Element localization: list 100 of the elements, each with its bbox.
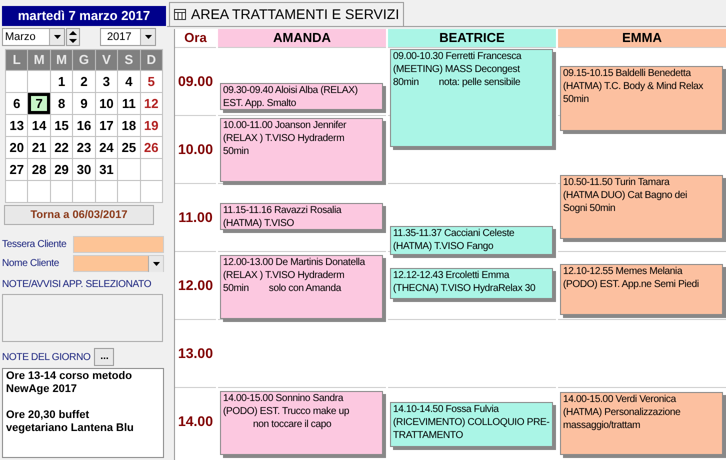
calendar-day[interactable]: 29 (50, 159, 72, 180)
appointment-card[interactable]: 14.00-15.00 Sonnino Sandra (PODO) EST. Trucco make up non toccare il capo (220, 391, 383, 455)
appointment-card[interactable]: 11.35-11.37 Cacciani Celeste (HATMA) T.VISO Fango (390, 226, 553, 255)
date-header: martedì 7 marzo 2017 (2, 6, 166, 26)
year-select[interactable]: 2017 (100, 28, 156, 46)
appointment-text: (HATMA) T.C. Body & Mind Relax (563, 80, 704, 93)
appointment-note: non toccare il capo (252, 418, 332, 431)
calendar-day[interactable]: 21 (28, 137, 50, 158)
appointment-text: 10.00-11.00 Joanson Jennifer (223, 119, 348, 132)
weekday-header: D (140, 50, 162, 70)
weekday-header: M (28, 50, 50, 70)
appointment-text: (HATMA) T.VISO Fango (393, 240, 494, 253)
appointment-card[interactable]: 12.00-13.00 De Martinis Donatella (RELAX ) T.VISO Hydraderm 50min solo con Amanda (220, 255, 383, 319)
calendar-day[interactable]: 3 (96, 71, 118, 92)
client-field[interactable] (73, 255, 164, 272)
caret-down-icon (152, 262, 160, 266)
appointment-text: 14.00-15.00 Sonnino Sandra (223, 392, 344, 405)
appointment-card[interactable]: 09.15-10.15 Baldelli Benedetta (HATMA) T.C. Body & Mind Relax 50min (560, 66, 723, 131)
month-select[interactable]: Marzo (2, 28, 65, 46)
calendar-day[interactable]: 2 (73, 71, 95, 92)
hour-label: 09.00 (175, 47, 216, 115)
field-label: Tessera Cliente (2, 238, 68, 252)
calendar-day[interactable]: 24 (96, 137, 118, 158)
calendar-day[interactable]: 22 (50, 137, 72, 158)
weekday-header: S (118, 50, 140, 70)
staff-header: AMANDA (218, 29, 386, 47)
client-field[interactable] (73, 236, 164, 253)
appointment-card[interactable]: 11.15-11.16 Ravazzi Rosalia (HATMA) T.VISO (220, 203, 383, 230)
calendar-day[interactable]: 15 (50, 115, 72, 136)
calendar-day[interactable]: 17 (96, 115, 118, 136)
appointment-text: 14.10-14.50 Fossa Fulvia (393, 403, 500, 416)
weekday-header: G (73, 50, 95, 70)
calendar-day[interactable]: 1 (50, 71, 72, 92)
calendar-day[interactable]: 7 (28, 93, 50, 114)
appointment-card[interactable]: 14.00-15.00 Verdi Veronica (HATMA) Personalizzazione massaggio/trattam (560, 392, 723, 455)
appointment-text: TRATTAMENTO (393, 429, 464, 442)
calendar-day[interactable]: 20 (6, 137, 28, 158)
more-button[interactable]: ... (94, 348, 114, 366)
calendar-day[interactable]: 28 (28, 159, 50, 180)
calendar-day[interactable]: 18 (118, 115, 140, 136)
dropdown-button[interactable] (148, 256, 163, 272)
appointment-card[interactable]: 10.00-11.00 Joanson Jennifer (RELAX ) T.VISO Hydraderm 50min (220, 118, 383, 182)
dropdown-button[interactable] (49, 29, 64, 45)
calendar-day[interactable]: 25 (118, 137, 140, 158)
appointment-card[interactable]: 12.10-12.55 Memes Melania (PODO) EST. App.ne Semi Piedi (560, 264, 723, 315)
appointment-text: 09.30-09.40 Aloisi Alba (RELAX) (223, 84, 359, 97)
appointment-text: 09.00-10.30 Ferretti Francesca (393, 50, 522, 63)
appointment-text: (PODO) EST. Trucco make up (223, 405, 350, 418)
today-button[interactable]: Torna a 06/03/2017 (4, 205, 154, 225)
appointment-card[interactable]: 14.10-14.50 Fossa Fulvia (RICEVIMENTO) COLLOQUIO PRE- TRATTAMENTO (390, 402, 553, 447)
calendar-day[interactable]: 23 (73, 137, 95, 158)
appointment-text: (HATMA DUO) Cat Bagno dei (563, 189, 688, 202)
calendar-day[interactable]: 10 (96, 93, 118, 114)
appointment-text: 12.10-12.55 Memes Melania (563, 265, 684, 278)
caret-down-icon (54, 35, 60, 39)
appointment-card[interactable]: 09.00-10.30 Ferretti Francesca (MEETING) MASS Decongest 80min nota: pelle sensibile (390, 49, 553, 147)
calendar-day[interactable]: 19 (140, 115, 162, 136)
appointment-text: (RELAX ) T.VISO Hydraderm (223, 132, 346, 145)
appointment-text: 12.00-13.00 De Martinis Donatella (223, 256, 366, 269)
day-note-text: Ore 20,30 buffet (6, 409, 90, 422)
spinner-icon[interactable] (66, 28, 80, 46)
appointment-text: (MEETING) MASS Decongest (393, 63, 521, 76)
appointment-text: 11.15-11.16 Ravazzi Rosalia (223, 204, 342, 217)
grid-icon (174, 9, 186, 20)
area-tab[interactable]: AREA TRATTAMENTI E SERVIZI (169, 2, 404, 26)
appointment-text: 50min (223, 282, 249, 295)
calendar-day[interactable]: 27 (6, 159, 28, 180)
calendar-day[interactable]: 8 (50, 93, 72, 114)
calendar-day[interactable]: 4 (118, 71, 140, 92)
calendar-day[interactable]: 11 (118, 93, 140, 114)
appointment-text: Sogni 50min (563, 202, 616, 215)
hour-label: 14.00 (175, 387, 216, 455)
appointment-text: 50min (223, 145, 250, 158)
calendar-day[interactable]: 5 (140, 71, 162, 92)
calendar-day[interactable]: 6 (6, 93, 28, 114)
appointment-text: 10.50-11.50 Turin Tamara (563, 176, 671, 189)
calendar-day[interactable]: 9 (73, 93, 95, 114)
appointment-card[interactable]: 10.50-11.50 Turin Tamara (HATMA DUO) Cat Bagno dei Sogni 50min (560, 175, 723, 239)
appointment-text: (HATMA) Personalizzazione (563, 406, 682, 419)
calendar-day[interactable]: 30 (73, 159, 95, 180)
appointment-text: 11.35-11.37 Cacciani Celeste (393, 227, 516, 240)
weekday-header: V (96, 50, 118, 70)
calendar-day[interactable]: 12 (140, 93, 162, 114)
calendar-day[interactable]: 31 (96, 159, 118, 180)
day-note-text: NewAge 2017 (6, 383, 78, 396)
appointment-text: 09.15-10.15 Baldelli Benedetta (563, 67, 692, 80)
dropdown-button[interactable] (140, 29, 155, 45)
calendar-day[interactable]: 26 (140, 137, 162, 158)
appointment-text: massaggio/trattam (563, 419, 642, 432)
appointment-card[interactable]: 12.12-12.43 Ercoletti Emma (THECNA) T.VISO HydraRelax 30 (390, 268, 553, 299)
appointment-card[interactable]: 09.30-09.40 Aloisi Alba (RELAX) EST. App. Smalto (220, 83, 383, 110)
weekday-header: L (6, 50, 28, 70)
appointment-text: (PODO) EST. App.ne Semi Piedi (563, 278, 700, 291)
calendar-day[interactable]: 14 (28, 115, 50, 136)
day-notes-box[interactable]: Ore 13-14 corso metodo NewAge 2017 Ore 20,30 buffet vegetariano Lantena Blu (2, 368, 164, 458)
calendar-day[interactable]: 16 (73, 115, 95, 136)
appointment-text: 80min (393, 76, 419, 89)
hour-label: 12.00 (175, 251, 216, 319)
appointment-text: 50min (563, 93, 590, 106)
calendar-day[interactable]: 13 (6, 115, 28, 136)
